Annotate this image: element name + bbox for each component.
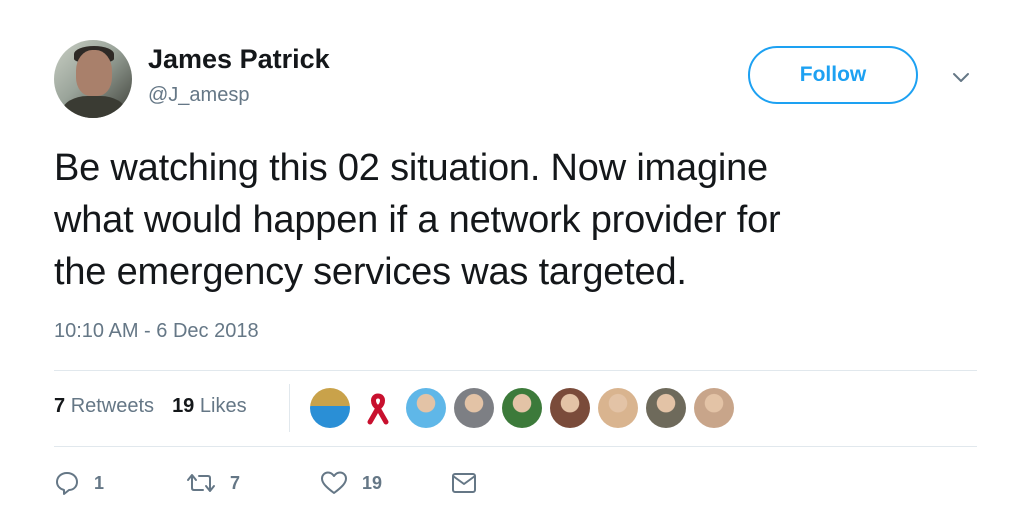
like-count: 19 <box>362 472 383 493</box>
envelope-icon <box>452 473 476 493</box>
user-handle[interactable]: @J_amesp <box>148 84 249 107</box>
retweets-stat[interactable]: 7 Retweets <box>54 395 154 418</box>
tweet-text-line: what would happen if a network provider … <box>54 199 781 241</box>
reply-button[interactable]: 1 <box>54 470 186 496</box>
liker-avatar-3[interactable] <box>406 388 446 428</box>
user-name[interactable]: James Patrick <box>148 44 330 75</box>
retweet-icon <box>187 474 215 492</box>
tweet-text: Be watching this 02 situation. Now imagi… <box>54 142 994 298</box>
engagement-stats: 7 Retweets 19 Likes <box>54 395 247 418</box>
chevron-down-icon[interactable] <box>950 66 972 88</box>
retweet-count: 7 <box>230 472 241 493</box>
divider <box>54 446 977 447</box>
likes-stat[interactable]: 19 Likes <box>172 395 247 418</box>
liker-avatars <box>310 388 734 428</box>
liker-avatar-9[interactable] <box>694 388 734 428</box>
tweet-text-line: Be watching this 02 situation. Now imagi… <box>54 147 768 189</box>
liker-avatar-8[interactable] <box>646 388 686 428</box>
heart-icon <box>321 471 347 494</box>
liker-avatar-7[interactable] <box>598 388 638 428</box>
tweet-text-line: the emergency services was targeted. <box>54 251 687 293</box>
liker-avatar-1[interactable] <box>310 388 350 428</box>
retweets-label: Retweets <box>70 395 155 417</box>
divider <box>54 370 977 371</box>
liker-avatar-5[interactable] <box>502 388 542 428</box>
reply-count: 1 <box>94 472 105 493</box>
retweets-count: 7 <box>54 395 66 417</box>
like-button[interactable]: 19 <box>320 470 450 496</box>
likes-count: 19 <box>172 395 195 417</box>
liker-avatar-6[interactable] <box>550 388 590 428</box>
direct-message-button[interactable] <box>450 471 478 495</box>
reply-icon <box>56 472 78 495</box>
avatar[interactable] <box>54 40 132 118</box>
tweet-timestamp[interactable]: 10:10 AM - 6 Dec 2018 <box>54 320 259 343</box>
liker-avatar-2[interactable] <box>358 388 398 428</box>
divider <box>289 384 290 432</box>
follow-button[interactable]: Follow <box>748 46 918 104</box>
retweet-button[interactable]: 7 <box>186 470 320 496</box>
liker-avatar-4[interactable] <box>454 388 494 428</box>
likes-label: Likes <box>199 395 247 417</box>
action-bar: 1 7 19 <box>54 470 478 496</box>
